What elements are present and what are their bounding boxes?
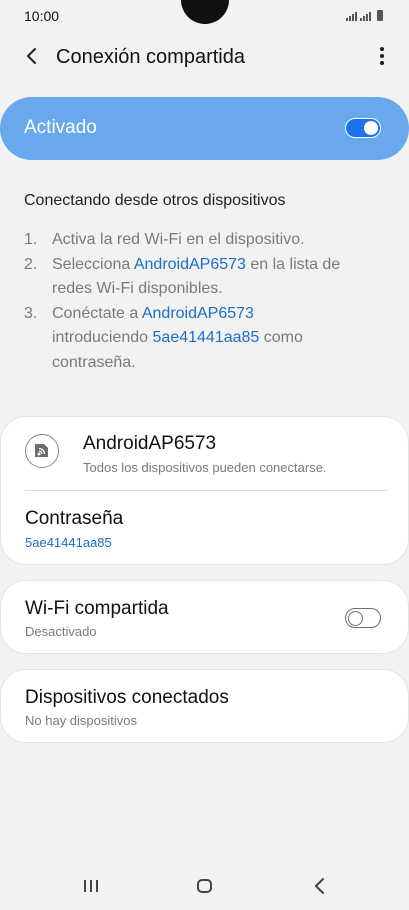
wifi-sharing-toggle[interactable] xyxy=(345,608,381,628)
instructions-list: 1. Activa la red Wi-Fi en el dispositivo… xyxy=(24,228,384,375)
camera-notch xyxy=(181,0,229,24)
connected-devices-card[interactable]: Dispositivos conectados No hay dispositi… xyxy=(0,669,409,743)
signal-icon xyxy=(346,12,357,21)
instruction-step: 2. Selecciona AndroidAP6573 en la lista … xyxy=(24,255,341,298)
network-name-link: AndroidAP6573 xyxy=(133,255,246,273)
instruction-step: 3. Conéctate a AndroidAP6573 introducien… xyxy=(24,304,303,371)
wifi-sharing-status: Desactivado xyxy=(25,624,97,639)
app-bar: Conexión compartida xyxy=(0,34,409,82)
status-bar: 10:00 xyxy=(0,0,409,34)
network-name-link: AndroidAP6573 xyxy=(141,304,254,322)
wifi-sharing-title: Wi-Fi compartida xyxy=(25,598,169,619)
status-icons xyxy=(346,10,383,21)
more-vert-icon[interactable] xyxy=(377,44,387,68)
battery-icon xyxy=(377,10,383,21)
password-link: 5ae41441aa85 xyxy=(152,329,260,346)
hotspot-card: AndroidAP6573 Todos los dispositivos pue… xyxy=(0,416,409,565)
status-time: 10:00 xyxy=(24,8,60,24)
wifi-sharing-card[interactable]: Wi-Fi compartida Desactivado xyxy=(0,580,409,654)
password-label: Contraseña xyxy=(25,508,124,529)
navigation-bar xyxy=(0,860,409,910)
master-toggle-switch[interactable] xyxy=(345,118,381,138)
signal-icon-2 xyxy=(360,12,371,21)
master-toggle-label: Activado xyxy=(24,117,97,138)
connected-devices-title: Dispositivos conectados xyxy=(25,687,229,708)
page-title: Conexión compartida xyxy=(56,46,245,68)
divider xyxy=(25,490,388,491)
connected-devices-status: No hay dispositivos xyxy=(25,713,137,728)
back-arrow-icon[interactable] xyxy=(20,44,44,68)
recent-apps-icon[interactable] xyxy=(84,880,98,892)
instruction-step: 1. Activa la red Wi-Fi en el dispositivo… xyxy=(24,231,305,248)
hotspot-subtitle: Todos los dispositivos pueden conectarse… xyxy=(83,460,327,475)
instructions-heading: Conectando desde otros dispositivos xyxy=(24,192,286,209)
nav-back-icon[interactable] xyxy=(312,877,328,895)
hotspot-name: AndroidAP6573 xyxy=(83,433,217,454)
hotspot-icon xyxy=(25,434,59,468)
master-toggle-bar[interactable]: Activado xyxy=(0,97,409,160)
password-value: 5ae41441aa85 xyxy=(25,535,112,550)
home-icon[interactable] xyxy=(197,879,212,893)
